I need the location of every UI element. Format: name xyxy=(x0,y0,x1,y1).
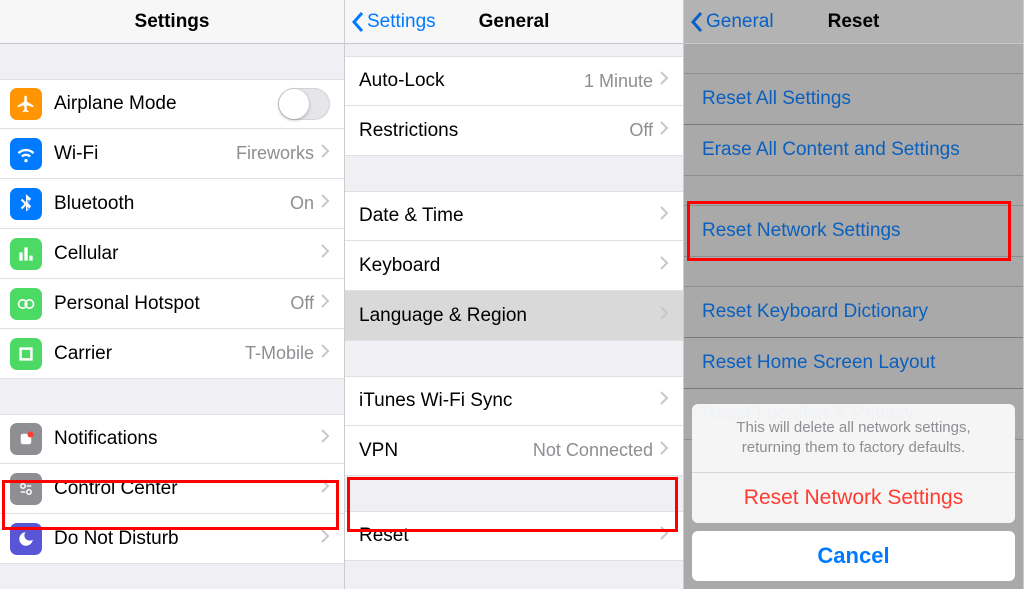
row-control-center[interactable]: Control Center xyxy=(0,464,344,514)
airplane-icon xyxy=(10,88,42,120)
row-label: VPN xyxy=(359,440,533,462)
chevron-right-icon xyxy=(320,243,330,265)
row-erase-all[interactable]: Erase All Content and Settings xyxy=(684,124,1023,176)
row-label: Reset xyxy=(359,525,659,547)
row-bluetooth[interactable]: Bluetooth On xyxy=(0,179,344,229)
wifi-icon xyxy=(10,138,42,170)
row-autolock[interactable]: Auto-Lock 1 Minute xyxy=(345,56,683,106)
page-title: General xyxy=(479,11,550,33)
sheet-cancel-button[interactable]: Cancel xyxy=(692,531,1015,581)
row-itunes-sync[interactable]: iTunes Wi-Fi Sync xyxy=(345,376,683,426)
row-label: Language & Region xyxy=(359,305,659,327)
row-label: Airplane Mode xyxy=(54,93,278,115)
navbar-general: Settings General xyxy=(345,0,683,44)
page-title: Settings xyxy=(135,11,210,33)
row-hotspot[interactable]: Personal Hotspot Off xyxy=(0,279,344,329)
control-center-icon xyxy=(10,473,42,505)
chevron-right-icon xyxy=(320,528,330,550)
row-label: Date & Time xyxy=(359,205,659,227)
row-label: Erase All Content and Settings xyxy=(702,139,960,161)
notifications-icon xyxy=(10,423,42,455)
back-label: General xyxy=(706,11,774,33)
row-label: Wi-Fi xyxy=(54,143,236,165)
navbar-reset: General Reset xyxy=(684,0,1023,44)
row-wifi[interactable]: Wi-Fi Fireworks xyxy=(0,129,344,179)
row-value: Not Connected xyxy=(533,440,653,461)
row-value: 1 Minute xyxy=(584,71,653,92)
sheet-message: This will delete all network settings, r… xyxy=(692,404,1015,474)
row-label: Keyboard xyxy=(359,255,659,277)
airplane-switch[interactable] xyxy=(278,88,330,120)
row-reset-home[interactable]: Reset Home Screen Layout xyxy=(684,337,1023,389)
row-reset-all[interactable]: Reset All Settings xyxy=(684,73,1023,125)
row-value: T-Mobile xyxy=(245,343,314,364)
row-cellular[interactable]: Cellular xyxy=(0,229,344,279)
row-value: Off xyxy=(290,293,314,314)
row-label: iTunes Wi-Fi Sync xyxy=(359,390,659,412)
row-label: Do Not Disturb xyxy=(54,528,320,550)
chevron-right-icon xyxy=(659,440,669,462)
row-language[interactable]: Language & Region xyxy=(345,291,683,341)
chevron-right-icon xyxy=(659,70,669,92)
row-vpn[interactable]: VPN Not Connected xyxy=(345,426,683,476)
row-label: Carrier xyxy=(54,343,245,365)
hotspot-icon xyxy=(10,288,42,320)
cellular-icon xyxy=(10,238,42,270)
navbar-settings: Settings xyxy=(0,0,344,44)
row-label: Reset Network Settings xyxy=(702,220,901,242)
chevron-right-icon xyxy=(659,120,669,142)
row-label: Control Center xyxy=(54,478,320,500)
row-label: Reset All Settings xyxy=(702,88,851,110)
chevron-right-icon xyxy=(320,478,330,500)
sheet-group: This will delete all network settings, r… xyxy=(692,404,1015,524)
row-label: Reset Home Screen Layout xyxy=(702,352,935,374)
sheet-reset-network-button[interactable]: Reset Network Settings xyxy=(692,473,1015,523)
page-title: Reset xyxy=(828,11,880,33)
back-button[interactable]: General xyxy=(690,11,774,33)
row-restrictions[interactable]: Restrictions Off xyxy=(345,106,683,156)
moon-icon xyxy=(10,523,42,555)
row-carrier[interactable]: Carrier T-Mobile xyxy=(0,329,344,379)
action-sheet: This will delete all network settings, r… xyxy=(692,404,1015,582)
back-label: Settings xyxy=(367,11,436,33)
row-dnd[interactable]: Do Not Disturb xyxy=(0,514,344,564)
row-reset-network[interactable]: Reset Network Settings xyxy=(684,205,1023,257)
carrier-icon xyxy=(10,338,42,370)
chevron-right-icon xyxy=(659,255,669,277)
row-label: Personal Hotspot xyxy=(54,293,290,315)
chevron-right-icon xyxy=(320,428,330,450)
row-notifications[interactable]: Notifications xyxy=(0,414,344,464)
settings-root-panel: Settings Airplane Mode Wi-Fi Fireworks B… xyxy=(0,0,345,589)
row-keyboard[interactable]: Keyboard xyxy=(345,241,683,291)
reset-panel: General Reset Reset All Settings Erase A… xyxy=(684,0,1024,589)
chevron-right-icon xyxy=(320,143,330,165)
row-label: Bluetooth xyxy=(54,193,290,215)
row-value: Fireworks xyxy=(236,143,314,164)
chevron-right-icon xyxy=(320,343,330,365)
bluetooth-icon xyxy=(10,188,42,220)
row-value: On xyxy=(290,193,314,214)
row-label: Restrictions xyxy=(359,120,629,142)
chevron-right-icon xyxy=(659,390,669,412)
row-label: Cellular xyxy=(54,243,320,265)
chevron-right-icon xyxy=(659,305,669,327)
chevron-right-icon xyxy=(659,525,669,547)
row-datetime[interactable]: Date & Time xyxy=(345,191,683,241)
row-label: Notifications xyxy=(54,428,320,450)
back-button[interactable]: Settings xyxy=(351,11,436,33)
row-value: Off xyxy=(629,120,653,141)
chevron-right-icon xyxy=(320,193,330,215)
chevron-right-icon xyxy=(320,293,330,315)
chevron-right-icon xyxy=(659,205,669,227)
row-reset[interactable]: Reset xyxy=(345,511,683,561)
row-reset-keyboard[interactable]: Reset Keyboard Dictionary xyxy=(684,286,1023,338)
general-panel: Settings General Auto-Lock 1 Minute Rest… xyxy=(345,0,684,589)
row-label: Auto-Lock xyxy=(359,70,584,92)
row-label: Reset Keyboard Dictionary xyxy=(702,301,928,323)
row-airplane-mode[interactable]: Airplane Mode xyxy=(0,79,344,129)
